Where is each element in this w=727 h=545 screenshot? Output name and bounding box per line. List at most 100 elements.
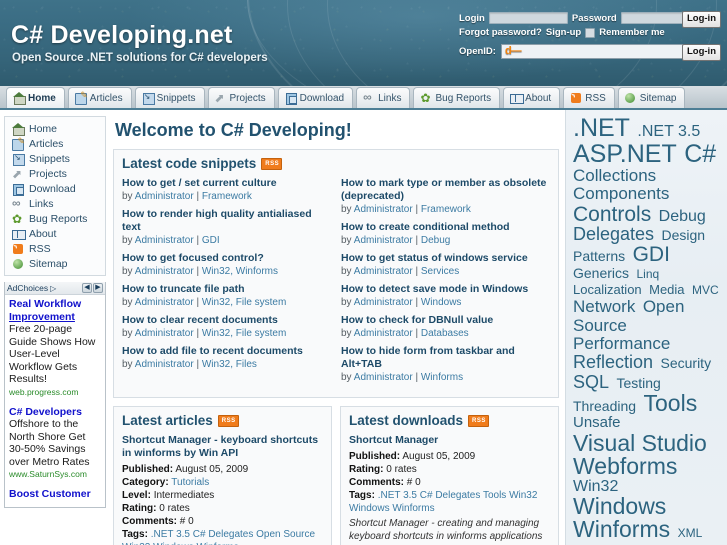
sidebar-item-snippets[interactable]: Snippets xyxy=(5,151,105,166)
article-category-value[interactable]: Tutorials xyxy=(171,477,209,488)
tag-media[interactable]: Media xyxy=(649,282,684,297)
tag-reflection[interactable]: Reflection xyxy=(573,352,653,372)
tag-collections[interactable]: Collections xyxy=(573,166,656,185)
snippet-tags[interactable]: GDI xyxy=(202,235,220,246)
remember-me-checkbox[interactable] xyxy=(585,27,596,38)
snippet-tags[interactable]: Databases xyxy=(421,328,469,339)
snippet-title[interactable]: How to detect save mode in Windows xyxy=(341,283,550,296)
tag-unsafe[interactable]: Unsafe xyxy=(573,414,621,431)
snippet-title[interactable]: How to check for DBNull value xyxy=(341,314,550,327)
tag-asp-net[interactable]: ASP.NET xyxy=(573,140,677,168)
tag-tools[interactable]: Tools xyxy=(644,390,698,416)
sidebar-item-rss[interactable]: RSS xyxy=(5,241,105,256)
snippet-author[interactable]: Administrator xyxy=(135,266,194,277)
download-title[interactable]: Shortcut Manager xyxy=(349,434,550,447)
snippet-tags[interactable]: Framework xyxy=(202,191,252,202)
tag--net-3-5[interactable]: .NET 3.5 xyxy=(637,123,700,140)
ad-item[interactable]: Real Workflow Improvement Free 20-page Gui… xyxy=(5,295,105,403)
ad-title[interactable]: Boost Customer xyxy=(9,488,101,501)
tag-open[interactable]: Open xyxy=(643,297,685,316)
tag-visual-studio[interactable]: Visual Studio xyxy=(573,430,707,456)
snippet-author[interactable]: Administrator xyxy=(135,235,194,246)
snippet-author[interactable]: Administrator xyxy=(354,372,413,383)
snippet-author[interactable]: Administrator xyxy=(135,297,194,308)
tag-linq[interactable]: Linq xyxy=(636,267,659,281)
tag-windows[interactable]: Windows xyxy=(573,493,666,519)
tag-delegates[interactable]: Delegates xyxy=(573,224,654,244)
snippet-tags[interactable]: Win32, File system xyxy=(202,297,286,308)
snippet-tags[interactable]: Win32, Files xyxy=(202,359,257,370)
sidebar-item-bug-reports[interactable]: Bug Reports xyxy=(5,211,105,226)
forgot-password-link[interactable]: Forgot password? xyxy=(459,27,542,38)
snippet-author[interactable]: Administrator xyxy=(354,266,413,277)
ad-prev-arrow-icon[interactable]: ◀ xyxy=(82,283,92,293)
nav-tab-home[interactable]: Home xyxy=(6,87,65,108)
tag--net[interactable]: .NET xyxy=(573,114,630,142)
snippet-tags[interactable]: Winforms xyxy=(421,372,463,383)
signup-link[interactable]: Sign-up xyxy=(546,27,581,38)
tag-gdi[interactable]: GDI xyxy=(633,243,670,266)
rss-icon[interactable]: RSS xyxy=(217,414,239,427)
nav-tab-about[interactable]: About xyxy=(503,87,561,108)
snippet-tags[interactable]: Win32, File system xyxy=(202,328,286,339)
sidebar-item-sitemap[interactable]: Sitemap xyxy=(5,256,105,271)
tag-sql[interactable]: SQL xyxy=(573,372,609,392)
tag-localization[interactable]: Localization xyxy=(573,282,642,297)
nav-tab-rss[interactable]: RSS xyxy=(563,87,615,108)
sidebar-item-home[interactable]: Home xyxy=(5,121,105,136)
nav-tab-links[interactable]: Links xyxy=(356,87,411,108)
ad-title[interactable]: Real Workflow xyxy=(9,298,101,311)
tag-testing[interactable]: Testing xyxy=(616,375,660,391)
tag-source[interactable]: Source xyxy=(573,316,627,335)
snippet-title[interactable]: How to get focused control? xyxy=(122,252,331,265)
ad-url[interactable]: web.progress.com xyxy=(9,387,101,397)
tag-threading[interactable]: Threading xyxy=(573,398,636,414)
snippet-author[interactable]: Administrator xyxy=(354,204,413,215)
tag-components[interactable]: Components xyxy=(573,184,669,203)
rss-icon[interactable]: RSS xyxy=(261,157,283,170)
sidebar-item-links[interactable]: Links xyxy=(5,196,105,211)
tag-design[interactable]: Design xyxy=(662,227,706,243)
tag-winforms[interactable]: Winforms xyxy=(573,516,670,542)
snippet-tags[interactable]: Windows xyxy=(421,297,462,308)
snippet-tags[interactable]: Services xyxy=(421,266,459,277)
snippet-title[interactable]: How to create conditional method xyxy=(341,221,550,234)
snippet-title[interactable]: How to get status of windows service xyxy=(341,252,550,265)
openid-login-button[interactable]: Log-in xyxy=(681,44,721,61)
tag-webforms[interactable]: Webforms xyxy=(573,453,677,479)
tag-performance[interactable]: Performance xyxy=(573,334,670,353)
ad-item[interactable]: Boost Customer xyxy=(5,485,105,507)
sidebar-item-download[interactable]: Download xyxy=(5,181,105,196)
snippet-author[interactable]: Administrator xyxy=(135,191,194,202)
snippet-author[interactable]: Administrator xyxy=(354,297,413,308)
article-title[interactable]: Shortcut Manager - keyboard shortcuts in… xyxy=(122,434,323,460)
snippet-title[interactable]: How to add file to recent documents xyxy=(122,345,331,358)
tag-generics[interactable]: Generics xyxy=(573,265,629,281)
snippet-tags[interactable]: Win32, Winforms xyxy=(202,266,278,277)
snippet-author[interactable]: Administrator xyxy=(135,328,194,339)
snippet-title[interactable]: How to hide form from taskbar and Alt+TA… xyxy=(341,345,550,371)
download-tags-value[interactable]: .NET 3.5 C# Delegates Tools Win32 Window… xyxy=(349,490,537,514)
nav-tab-bug-reports[interactable]: Bug Reports xyxy=(413,87,501,108)
tag-xml[interactable]: XML xyxy=(678,526,703,540)
login-input[interactable] xyxy=(488,12,568,24)
nav-tab-projects[interactable]: Projects xyxy=(207,87,275,108)
sidebar-item-about[interactable]: About xyxy=(5,226,105,241)
nav-tab-articles[interactable]: Articles xyxy=(67,87,132,108)
openid-input[interactable]: d— xyxy=(500,44,689,59)
tag-patterns[interactable]: Patterns xyxy=(573,248,625,264)
nav-tab-sitemap[interactable]: Sitemap xyxy=(617,87,686,108)
article-tags-value[interactable]: .NET 3.5 C# Delegates Open Source Win32 … xyxy=(122,529,315,545)
snippet-title[interactable]: How to render high quality antialiased t… xyxy=(122,208,331,234)
snippet-author[interactable]: Administrator xyxy=(354,328,413,339)
nav-tab-snippets[interactable]: Snippets xyxy=(134,87,205,108)
snippet-title[interactable]: How to clear recent documents xyxy=(122,314,331,327)
snippet-author[interactable]: Administrator xyxy=(135,359,194,370)
nav-tab-download[interactable]: Download xyxy=(277,87,354,108)
ad-item[interactable]: C# Developers Offshore to the North Shore… xyxy=(5,403,105,486)
snippet-title[interactable]: How to mark type or member as obsolete (… xyxy=(341,177,550,203)
tag-mvc[interactable]: MVC xyxy=(692,283,719,297)
snippet-tags[interactable]: Framework xyxy=(421,204,471,215)
tag-debug[interactable]: Debug xyxy=(659,208,706,225)
tag-controls[interactable]: Controls xyxy=(573,203,651,226)
